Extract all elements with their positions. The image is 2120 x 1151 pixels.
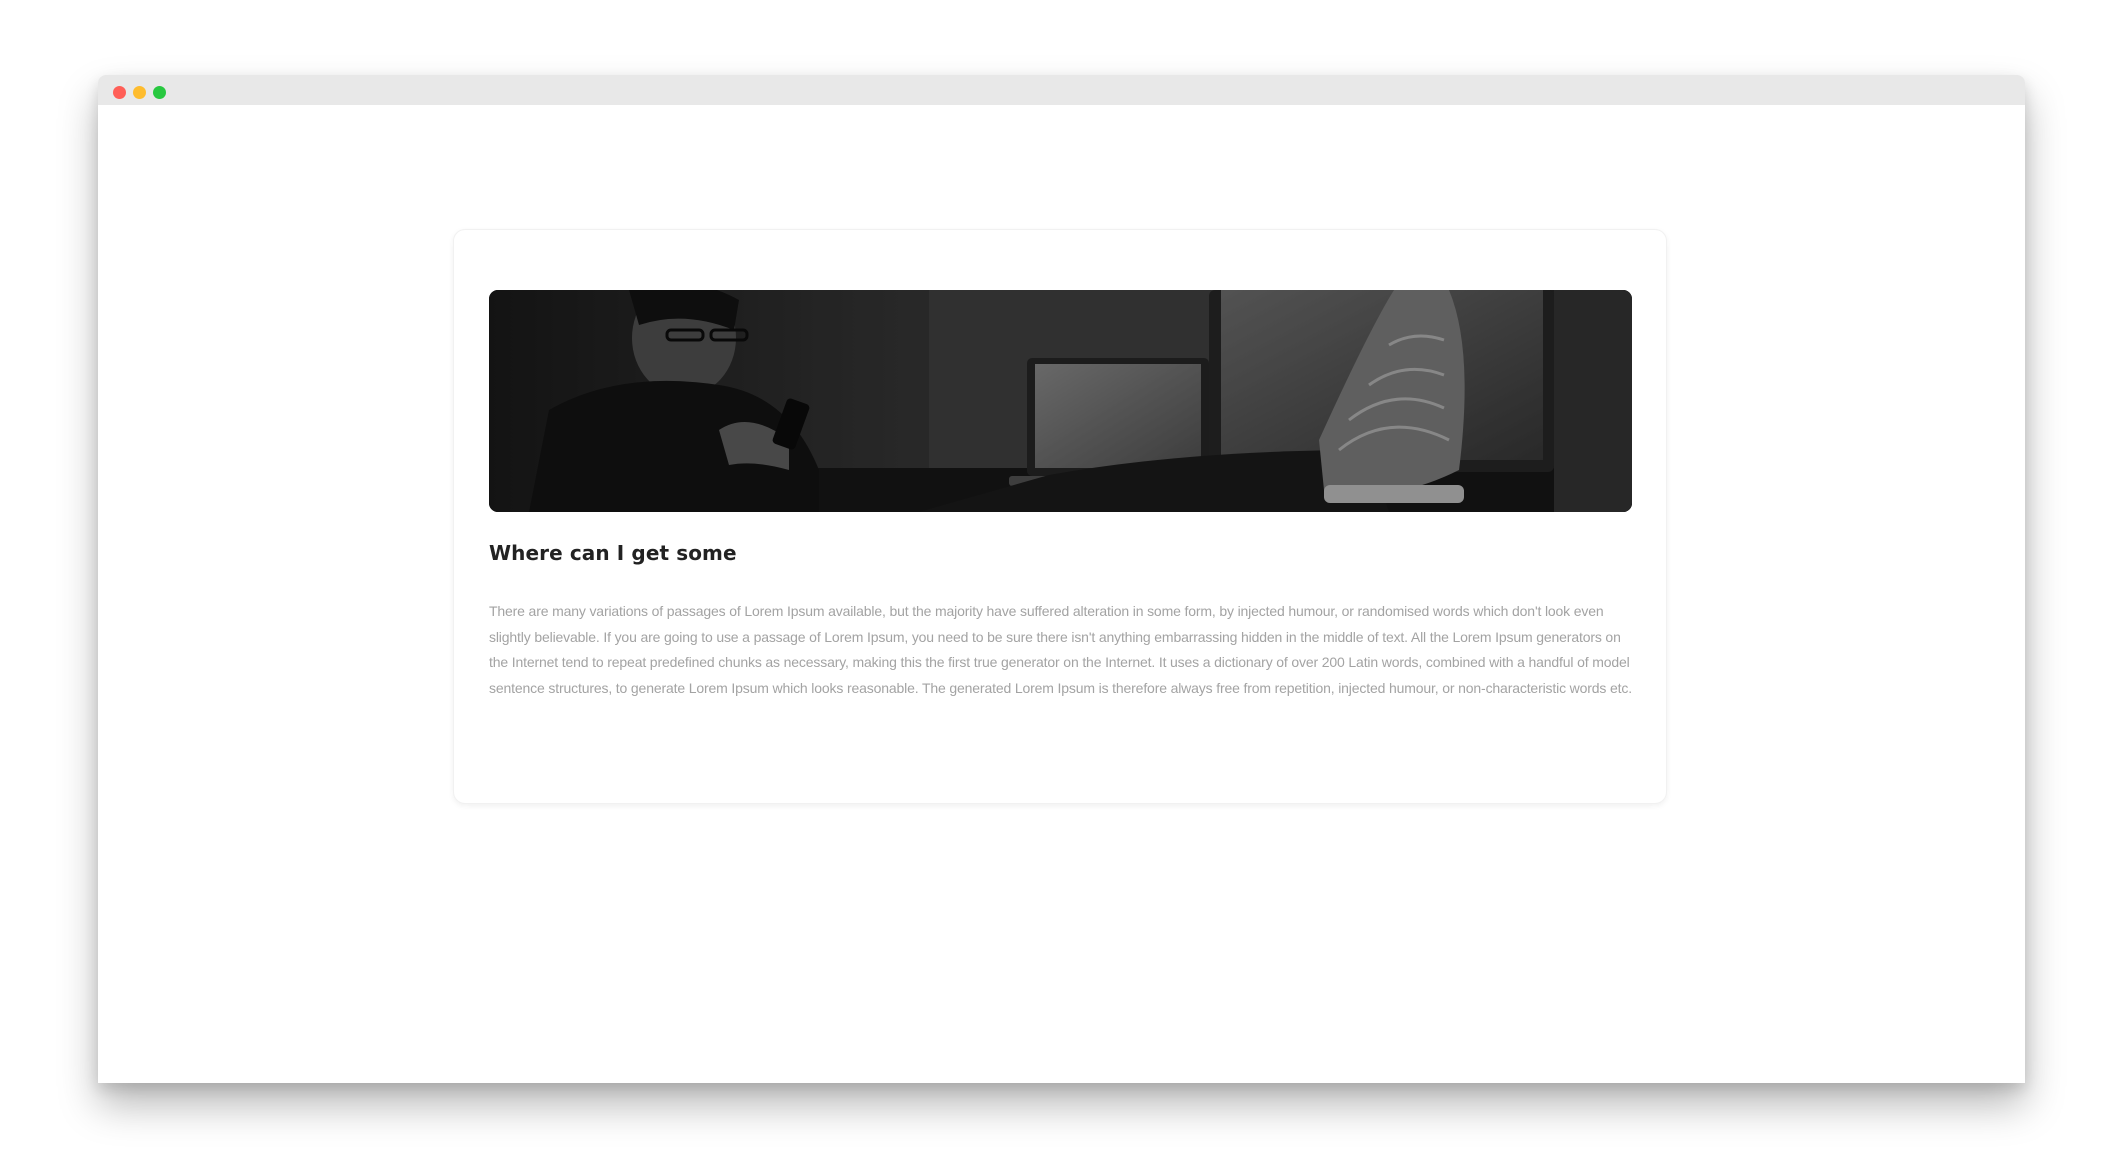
- card-title: Where can I get some: [489, 541, 737, 565]
- browser-window: Where can I get some There are many vari…: [98, 75, 2025, 1083]
- maximize-window-button[interactable]: [153, 86, 166, 99]
- screenshot-stage: Where can I get some There are many vari…: [0, 0, 2120, 1151]
- card-body-text: There are many variations of passages of…: [489, 603, 1632, 696]
- hero-image: [489, 290, 1632, 512]
- minimize-window-button[interactable]: [133, 86, 146, 99]
- close-window-button[interactable]: [113, 86, 126, 99]
- photo-icon: [489, 290, 1632, 512]
- content-card: Where can I get some There are many vari…: [453, 229, 1667, 804]
- page-viewport: Where can I get some There are many vari…: [98, 105, 2025, 1083]
- window-titlebar: [98, 75, 2025, 105]
